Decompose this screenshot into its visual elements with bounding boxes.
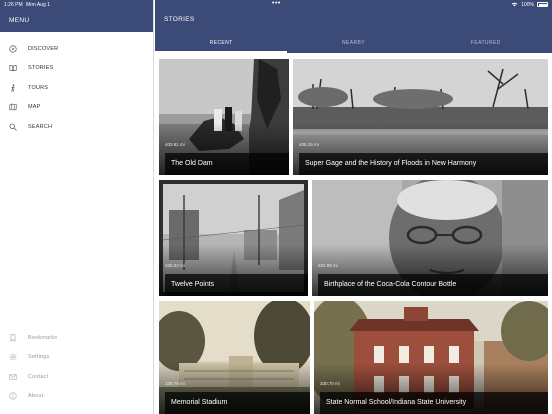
sidebar-item-discover[interactable]: DISCOVER	[0, 39, 153, 59]
tab-featured[interactable]: FEATURED	[420, 34, 552, 53]
story-card-old-dam[interactable]: 403.81 mi The Old Dam	[159, 59, 289, 175]
sidebar-item-contact[interactable]: Contact	[0, 367, 154, 387]
sidebar-item-search[interactable]: SEARCH	[0, 117, 153, 137]
battery-percent: 100%	[521, 1, 534, 8]
sidebar-item-stories[interactable]: STORIES	[0, 59, 153, 79]
tab-recent[interactable]: RECENT	[155, 34, 288, 53]
page-title: STORIES	[164, 16, 195, 23]
sidebar-item-label: STORIES	[28, 65, 54, 72]
sidebar-item-label: SEARCH	[28, 123, 53, 130]
sidebar-item-settings[interactable]: Settings	[0, 348, 154, 368]
story-title: The Old Dam	[165, 153, 289, 175]
story-title: Memorial Stadium	[165, 392, 310, 414]
sidebar-menu: MENU DISCOVER STORIES TOURS MAP SEARCH B…	[0, 0, 154, 414]
gear-icon	[8, 353, 17, 362]
menu-title: MENU	[9, 17, 30, 24]
wifi-icon	[511, 2, 518, 7]
multitasking-dots-icon[interactable]: •••	[272, 0, 281, 7]
story-distance: 329.76 mi	[165, 381, 185, 386]
story-grid: 403.81 mi The Old Dam 405.39 mi Super Ga…	[155, 53, 552, 414]
sidebar-item-label: DISCOVER	[28, 45, 59, 52]
sidebar-item-label: Contact	[28, 373, 49, 380]
sidebar-item-tours[interactable]: TOURS	[0, 78, 153, 98]
walking-icon	[8, 83, 17, 92]
story-title: Birthplace of the Coca-Cola Contour Bott…	[318, 274, 548, 296]
app: 1:26 PM Mon Aug 1 ••• 100% MENU DISCOVER	[0, 0, 552, 414]
story-card-super-gage[interactable]: 405.39 mi Super Gage and the History of …	[293, 59, 548, 175]
sidebar-item-label: Settings	[28, 354, 50, 361]
sidebar-item-label: About	[28, 393, 44, 400]
sidebar-item-label: Bookmarks	[28, 334, 58, 341]
sidebar-item-about[interactable]: About	[0, 387, 154, 407]
story-card-coca-cola[interactable]: 332.89 mi Birthplace of the Coca-Cola Co…	[312, 180, 548, 296]
story-distance: 332.89 mi	[318, 263, 338, 268]
status-bar: 1:26 PM Mon Aug 1 ••• 100%	[0, 0, 552, 9]
compass-icon	[8, 44, 17, 53]
story-card-state-normal-school[interactable]: 330.70 mi State Normal School/Indiana St…	[314, 301, 548, 414]
story-distance: 330.53 mi	[165, 263, 185, 268]
status-date: Mon Aug 1	[26, 1, 50, 8]
tab-nearby[interactable]: NEARBY	[287, 34, 419, 53]
tab-bar: RECENT NEARBY FEATURED	[155, 34, 552, 53]
sidebar-item-label: TOURS	[28, 84, 49, 91]
story-card-memorial-stadium[interactable]: 329.76 mi Memorial Stadium	[159, 301, 310, 414]
search-icon	[8, 122, 17, 131]
story-title: State Normal School/Indiana State Univer…	[320, 392, 548, 414]
battery-icon	[537, 2, 548, 7]
status-time: 1:26 PM	[4, 1, 23, 8]
story-title: Super Gage and the History of Floods in …	[299, 153, 548, 175]
primary-nav: DISCOVER STORIES TOURS MAP SEARCH	[0, 39, 153, 137]
story-distance: 403.81 mi	[165, 142, 185, 147]
story-distance: 405.39 mi	[299, 142, 319, 147]
mail-icon	[8, 372, 17, 381]
map-icon	[8, 103, 17, 112]
story-distance: 330.70 mi	[320, 381, 340, 386]
bookmark-icon	[8, 333, 17, 342]
sidebar-item-bookmarks[interactable]: Bookmarks	[0, 328, 154, 348]
sidebar-item-map[interactable]: MAP	[0, 98, 153, 118]
secondary-nav: Bookmarks Settings Contact About	[0, 328, 154, 406]
sidebar-item-label: MAP	[28, 104, 41, 111]
story-card-twelve-points[interactable]: 330.53 mi Twelve Points	[159, 180, 308, 296]
book-icon	[8, 64, 17, 73]
info-icon	[8, 392, 17, 401]
main-content: STORIES RECENT NEARBY FEATURED 403.81 mi…	[155, 0, 552, 414]
story-title: Twelve Points	[165, 274, 308, 296]
